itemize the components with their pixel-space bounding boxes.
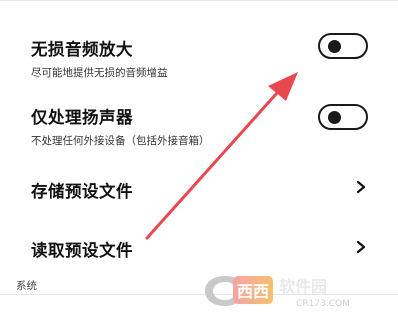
watermark-logo: 西西 软件园 CR173.COM — [203, 270, 393, 310]
setting-title: 无损音频放大 — [31, 40, 133, 59]
toggle-knob — [328, 40, 341, 53]
setting-subtitle: 尽可能地提供无损的音频增益 — [31, 67, 168, 79]
chevron-right-icon — [356, 240, 366, 254]
section-header-system: 系统 — [16, 280, 37, 292]
setting-title: 读取预设文件 — [31, 241, 133, 260]
watermark-url: CR173.COM — [296, 299, 350, 309]
top-divider — [0, 0, 398, 1]
setting-subtitle: 不处理任何外接设备（包括外接音箱） — [31, 135, 210, 147]
speaker-only-toggle[interactable] — [318, 104, 368, 130]
watermark-name-part: 软件园 — [279, 277, 327, 296]
lossless-toggle[interactable] — [318, 33, 368, 59]
chevron-right-icon — [356, 180, 366, 194]
watermark-icon: 西西 软件园 CR173.COM — [205, 276, 350, 309]
setting-title: 仅处理扬声器 — [31, 108, 133, 127]
toggle-knob — [328, 111, 341, 124]
setting-title: 存储预设文件 — [31, 182, 133, 201]
watermark-name-part: 西西 — [237, 282, 269, 301]
